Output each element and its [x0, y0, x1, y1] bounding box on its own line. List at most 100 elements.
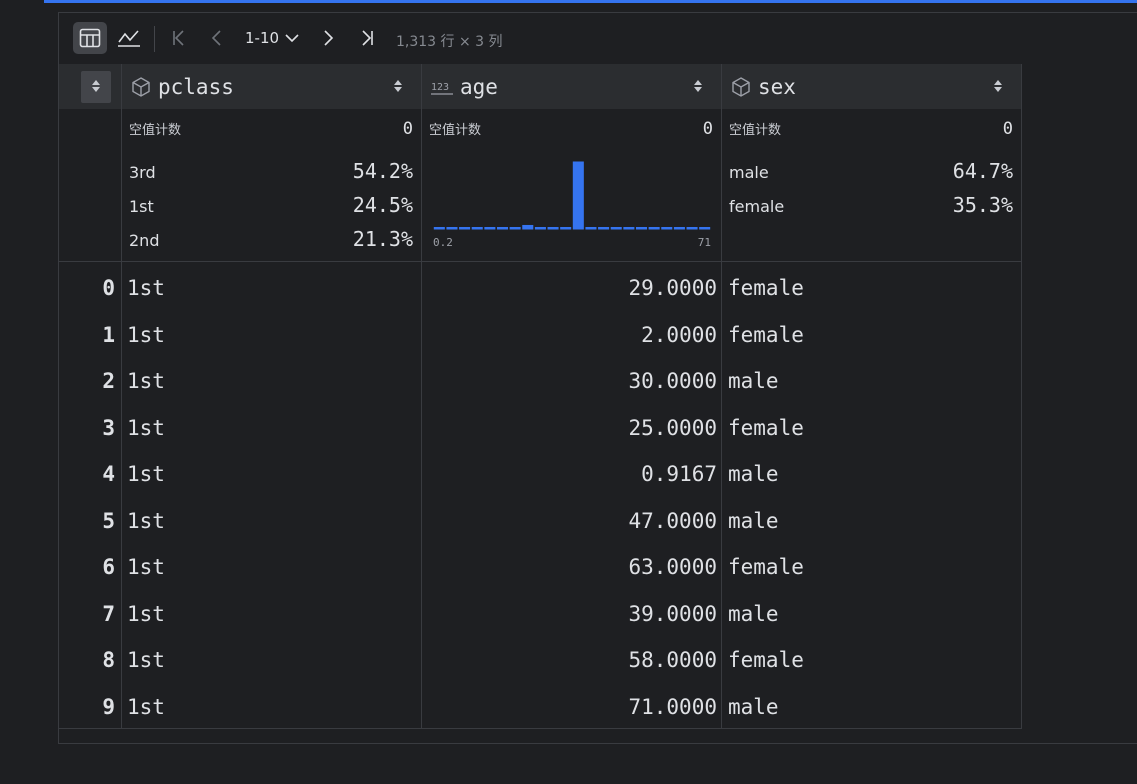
- cell-age[interactable]: 0.9167: [422, 451, 717, 497]
- histogram-bar: [509, 227, 521, 230]
- index-header[interactable]: [59, 64, 121, 109]
- cell-sex[interactable]: male: [728, 591, 1018, 637]
- cell-age[interactable]: 25.0000: [422, 405, 717, 451]
- cell-pclass[interactable]: 1st: [127, 358, 417, 404]
- cell-sex[interactable]: male: [728, 451, 1018, 497]
- row-index: 9: [102, 694, 115, 719]
- histogram-bar: [560, 227, 572, 230]
- table-row[interactable]: 3 1st 25.0000 female: [59, 405, 1022, 451]
- table-row[interactable]: 2 1st 30.0000 male: [59, 358, 1022, 404]
- cell-age[interactable]: 29.0000: [422, 265, 717, 311]
- column-header-sex[interactable]: sex: [722, 64, 1021, 109]
- page-range-dropdown[interactable]: 1-10: [245, 29, 299, 47]
- null-count-label: 空值计数: [729, 123, 782, 138]
- cell-sex[interactable]: female: [728, 265, 1018, 311]
- sort-icon[interactable]: [693, 78, 703, 94]
- histogram-bar: [459, 227, 471, 230]
- chart-view-button[interactable]: [112, 22, 146, 54]
- chevron-right-icon: [324, 30, 334, 46]
- column-divider: [121, 64, 122, 729]
- table-row[interactable]: 6 1st 63.0000 female: [59, 544, 1022, 590]
- null-count-value: 0: [1002, 119, 1013, 139]
- table-row[interactable]: 0 1st 29.0000 female: [59, 265, 1022, 311]
- cell-age[interactable]: 2.0000: [422, 312, 717, 358]
- sort-icon[interactable]: [993, 78, 1003, 94]
- cell-age[interactable]: 58.0000: [422, 637, 717, 683]
- age-histogram[interactable]: [433, 159, 711, 233]
- histogram-bar: [673, 227, 685, 230]
- table-row[interactable]: 8 1st 58.0000 female: [59, 637, 1022, 683]
- cell-sex[interactable]: female: [728, 544, 1018, 590]
- cell-sex[interactable]: male: [728, 358, 1018, 404]
- cell-pclass[interactable]: 1st: [127, 544, 417, 590]
- cell-age[interactable]: 71.0000: [422, 684, 717, 730]
- sort-icon[interactable]: [393, 78, 403, 94]
- table-view-button[interactable]: [73, 22, 107, 54]
- first-page-icon: [173, 30, 184, 46]
- histogram-bar: [610, 227, 622, 230]
- histogram-bar: [471, 227, 483, 230]
- cell-pclass[interactable]: 1st: [127, 265, 417, 311]
- column-name: age: [460, 74, 498, 99]
- histogram-bar: [496, 227, 509, 230]
- cell-pclass[interactable]: 1st: [127, 498, 417, 544]
- histogram-bar: [686, 227, 698, 230]
- cell-pclass[interactable]: 1st: [127, 405, 417, 451]
- table-row[interactable]: 4 1st 0.9167 male: [59, 451, 1022, 497]
- cell-age[interactable]: 39.0000: [422, 591, 717, 637]
- line-chart-icon: [118, 30, 140, 47]
- column-header-pclass[interactable]: pclass: [122, 64, 421, 109]
- cell-pclass[interactable]: 1st: [127, 637, 417, 683]
- column-divider: [1021, 64, 1022, 729]
- table-row[interactable]: 9 1st 71.0000 male: [59, 684, 1022, 730]
- cube-icon: [132, 76, 150, 97]
- last-page-button[interactable]: [350, 22, 384, 54]
- cell-age[interactable]: 47.0000: [422, 498, 717, 544]
- histogram-bar: [661, 227, 673, 230]
- cell-pclass[interactable]: 1st: [127, 312, 417, 358]
- cell-pclass[interactable]: 1st: [127, 591, 417, 637]
- table-row[interactable]: 1 1st 2.0000 female: [59, 312, 1022, 358]
- next-page-button[interactable]: [311, 22, 345, 54]
- cell-sex[interactable]: male: [728, 498, 1018, 544]
- table-row[interactable]: 5 1st 47.0000 male: [59, 498, 1022, 544]
- cell-pclass[interactable]: 1st: [127, 684, 417, 730]
- frequency-item: female 35.3%: [729, 193, 1013, 217]
- sort-icon[interactable]: [91, 78, 101, 94]
- previous-page-button[interactable]: [200, 22, 234, 54]
- histogram-bar: [598, 227, 610, 230]
- null-count-label: 空值计数: [129, 123, 182, 138]
- cell-pclass[interactable]: 1st: [127, 451, 417, 497]
- table-bottom-border: [59, 728, 1022, 729]
- frequency-item: 2nd 21.3%: [129, 227, 413, 251]
- cell-age[interactable]: 63.0000: [422, 544, 717, 590]
- first-page-button[interactable]: [162, 22, 196, 54]
- cell-sex[interactable]: female: [728, 405, 1018, 451]
- column-header-age[interactable]: 123 age: [422, 64, 721, 109]
- column-name: sex: [758, 74, 796, 99]
- table-row[interactable]: 7 1st 39.0000 male: [59, 591, 1022, 637]
- row-index: 3: [102, 415, 115, 440]
- histogram-bar: [623, 227, 635, 230]
- shape-info: 1,313 行 × 3 列: [396, 34, 503, 50]
- cell-sex[interactable]: female: [728, 312, 1018, 358]
- frequency-item: 1st 24.5%: [129, 193, 413, 217]
- column-summary-sex: 空值计数 0 male 64.7% female 35.3%: [722, 109, 1021, 261]
- table-icon: [79, 28, 101, 48]
- column-divider: [421, 64, 422, 729]
- frequency-item: male 64.7%: [729, 159, 1013, 183]
- cell-sex[interactable]: male: [728, 684, 1018, 730]
- numeric-123-icon: 123: [431, 82, 453, 95]
- histogram-bar: [572, 161, 584, 230]
- histogram-min-label: 0.2: [433, 236, 453, 249]
- row-index: 5: [102, 508, 115, 533]
- toolbar-separator: [154, 26, 155, 52]
- row-index: 1: [102, 322, 115, 347]
- column-summary-age: 空值计数 0 0.2 71: [422, 109, 721, 261]
- cell-sex[interactable]: female: [728, 637, 1018, 683]
- histogram-bar: [699, 227, 711, 230]
- editor-focus-line: [44, 0, 1137, 3]
- chevron-left-icon: [211, 30, 221, 46]
- cell-age[interactable]: 30.0000: [422, 358, 717, 404]
- row-index: 0: [102, 276, 115, 300]
